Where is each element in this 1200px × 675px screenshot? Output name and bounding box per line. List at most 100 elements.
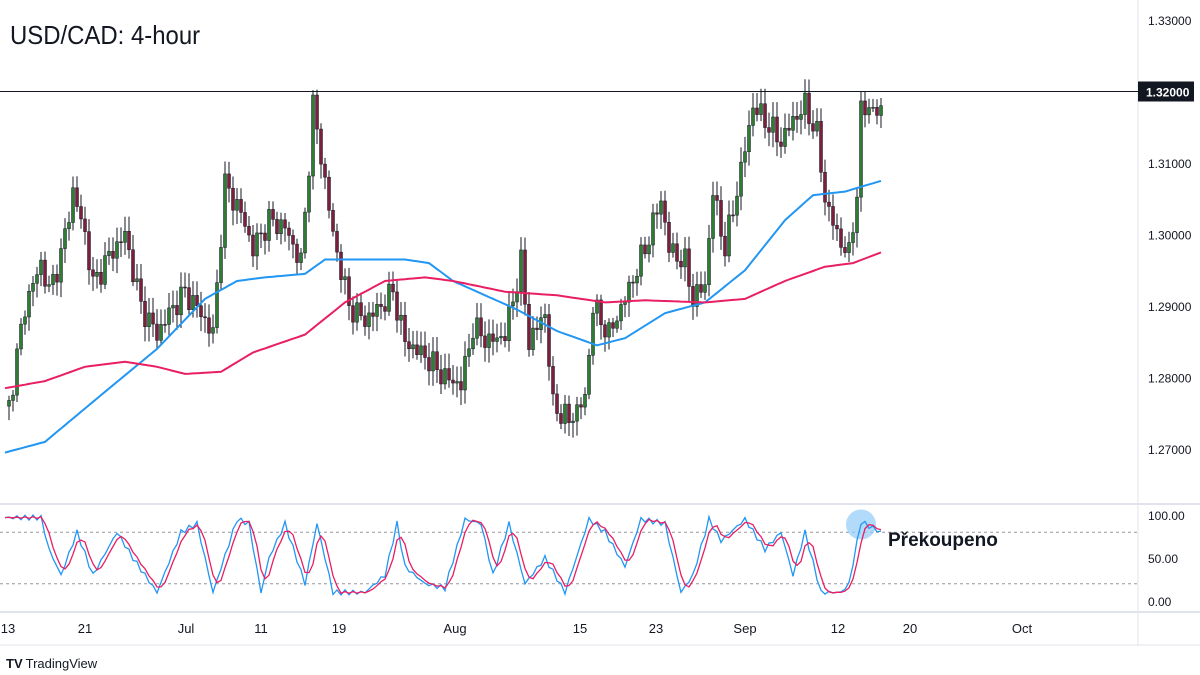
candle	[23, 310, 27, 335]
candle	[423, 331, 427, 370]
candle-body	[819, 121, 823, 173]
candle	[383, 294, 387, 321]
time-tick-label: 12	[831, 621, 845, 636]
candle-body	[531, 327, 535, 350]
candle	[491, 319, 495, 356]
candle	[467, 333, 471, 367]
candle	[79, 194, 83, 229]
candle-body	[863, 100, 867, 116]
candle-body	[71, 187, 75, 223]
stoch-k-line	[4, 513, 882, 597]
candle-body	[507, 305, 511, 341]
candle	[443, 353, 447, 390]
candle	[587, 348, 591, 400]
candle-body	[495, 337, 499, 342]
candle	[463, 341, 467, 404]
candle-body	[659, 200, 663, 215]
candle	[43, 251, 47, 294]
candle-body	[115, 241, 119, 259]
candle	[151, 297, 155, 338]
candle	[759, 88, 763, 122]
candle-body	[111, 251, 115, 259]
candle	[683, 236, 687, 282]
candle	[719, 186, 723, 250]
candle-body	[19, 323, 23, 350]
candle	[59, 238, 63, 298]
candle	[879, 98, 883, 129]
candle-body	[479, 317, 483, 337]
candle	[355, 293, 359, 331]
candle-body	[395, 291, 399, 321]
candle-body	[39, 259, 43, 275]
candle-body	[255, 232, 259, 257]
candle-body	[735, 195, 739, 216]
candle	[639, 237, 643, 286]
candle	[239, 188, 243, 224]
candle	[563, 395, 567, 434]
candle-body	[379, 304, 383, 307]
candle	[131, 235, 135, 287]
candle-body	[835, 225, 839, 230]
candle	[67, 211, 71, 241]
candle	[299, 247, 303, 271]
candle	[319, 123, 323, 179]
candle-body	[535, 327, 539, 330]
candle	[279, 212, 283, 245]
candle-body	[411, 344, 415, 350]
candle	[379, 292, 383, 320]
candle-body	[51, 274, 55, 285]
candle-body	[591, 312, 595, 356]
candle	[143, 286, 147, 342]
candle-body	[803, 92, 807, 115]
candle-body	[87, 231, 91, 271]
candle	[323, 157, 327, 190]
candle-body	[403, 314, 407, 342]
candle	[755, 92, 759, 122]
candle	[543, 303, 547, 333]
candle	[559, 404, 563, 430]
candle-body	[47, 284, 51, 287]
resistance-price-label: 1.32000	[1146, 86, 1190, 100]
candle-body	[155, 323, 159, 341]
candle-body	[275, 219, 279, 235]
candle-body	[875, 107, 879, 116]
candle	[703, 271, 707, 300]
candle-body	[779, 141, 783, 147]
candle	[363, 305, 367, 336]
candle	[243, 201, 247, 233]
candle	[843, 236, 847, 258]
candle	[87, 219, 91, 285]
candle	[875, 99, 879, 125]
candle-body	[711, 195, 715, 239]
candle	[431, 337, 435, 386]
candle-body	[127, 230, 131, 250]
candle	[707, 224, 711, 297]
candle	[767, 112, 771, 147]
candle	[199, 291, 203, 332]
candle	[807, 79, 811, 136]
candle	[171, 290, 175, 323]
candle	[871, 98, 875, 112]
candle	[747, 110, 751, 166]
candle	[803, 79, 807, 129]
candle	[267, 200, 271, 252]
candle	[779, 127, 783, 158]
candle-body	[679, 261, 683, 268]
time-tick-label: 15	[573, 621, 587, 636]
candle-body	[587, 354, 591, 395]
candle	[135, 264, 139, 291]
candle-body	[695, 284, 699, 307]
candle-body	[151, 312, 155, 325]
candle-body	[251, 234, 255, 257]
candle-body	[267, 209, 271, 241]
candle-body	[675, 243, 679, 262]
candle	[855, 187, 859, 248]
candle-body	[31, 283, 35, 292]
candle-body	[579, 404, 583, 408]
candle	[71, 176, 75, 231]
candle-body	[343, 276, 347, 280]
candle-body	[367, 312, 371, 327]
candle-body	[303, 211, 307, 254]
candle-body	[655, 212, 659, 215]
candle-body	[187, 287, 191, 310]
